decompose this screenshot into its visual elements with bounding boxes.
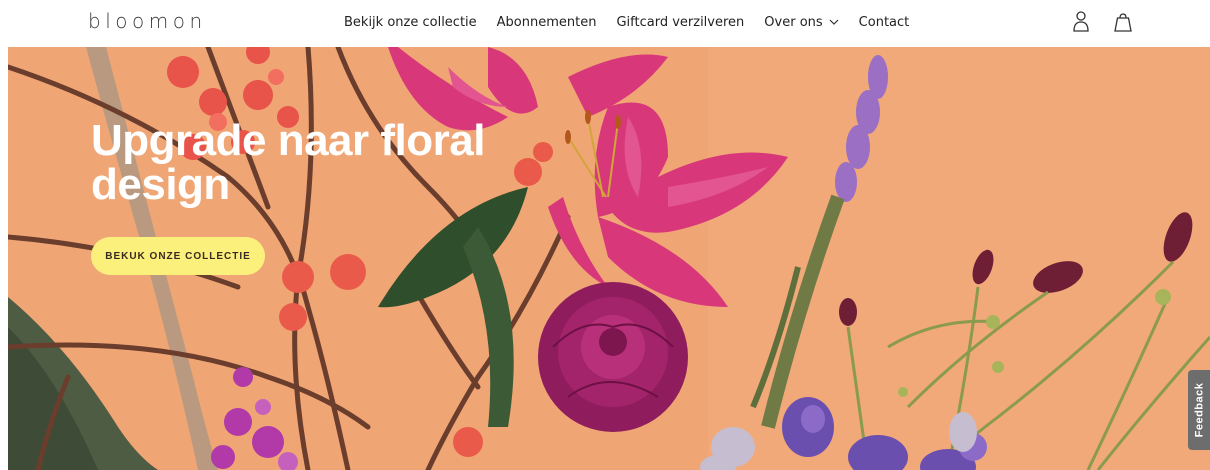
bloomon-logo[interactable]: bloomon (88, 9, 207, 33)
nav-item-over-ons[interactable]: Over ons (764, 14, 839, 30)
nav-item-collectie[interactable]: Bekijk onze collectie (344, 15, 477, 30)
main-nav: Bekijk onze collectie Abonnementen Giftc… (344, 0, 909, 44)
nav-item-label: Abonnementen (496, 14, 597, 30)
nav-item-giftcard[interactable]: Giftcard verzilveren (616, 15, 744, 30)
feedback-label: Feedback (1193, 382, 1205, 438)
nav-item-label: Giftcard verzilveren (616, 14, 745, 30)
hero-banner: Upgrade naar floral design BEKUK ONZE CO… (8, 47, 1210, 470)
site-header: bloomon Bekijk onze collectie Abonnement… (0, 0, 1210, 47)
nav-item-contact[interactable]: Contact (859, 15, 910, 30)
nav-item-label: Bekijk onze collectie (344, 14, 477, 30)
user-icon[interactable] (1070, 10, 1092, 34)
shopping-bag-icon[interactable] (1112, 10, 1134, 34)
nav-item-label: Over ons (764, 14, 823, 30)
view-collection-button[interactable]: BEKUK ONZE COLLECTIE (91, 237, 265, 275)
nav-item-abonnementen[interactable]: Abonnementen (497, 15, 597, 30)
nav-item-label: Contact (858, 14, 910, 30)
hero-title: Upgrade naar floral design (91, 116, 485, 209)
chevron-down-icon (829, 19, 839, 25)
feedback-tab[interactable]: Feedback (1188, 370, 1210, 450)
header-icons (1070, 10, 1134, 34)
